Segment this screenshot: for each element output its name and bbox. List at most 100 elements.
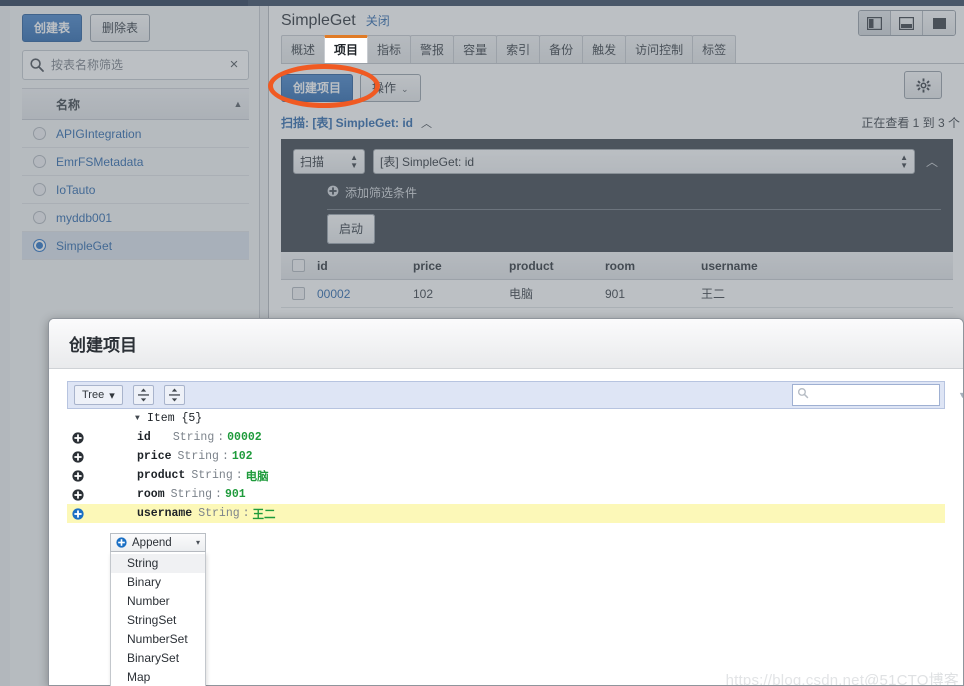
table-row[interactable]: EmrFSMetadata: [22, 148, 249, 176]
scan-summary-label[interactable]: 扫描: [表] SimpleGet: id: [281, 114, 413, 131]
header-name-label[interactable]: 名称: [56, 96, 227, 113]
append-option-numberset[interactable]: NumberSet: [111, 630, 205, 649]
row-radio-cell[interactable]: [22, 239, 56, 252]
tab-overview[interactable]: 概述: [281, 35, 326, 63]
table-row[interactable]: myddb001: [22, 204, 249, 232]
clear-filter-icon[interactable]: ×: [226, 57, 242, 73]
create-table-button[interactable]: 创建表: [22, 14, 83, 42]
sort-ascending-icon[interactable]: ▲: [227, 99, 249, 109]
row-radio-cell[interactable]: [22, 127, 56, 140]
tree-row-highlighted[interactable]: username String : 王二: [67, 504, 945, 523]
chevron-up-icon[interactable]: ︿: [421, 115, 432, 131]
json-search-input[interactable]: [812, 388, 958, 402]
row-radio-cell[interactable]: [22, 211, 56, 224]
scan-collapse-icon[interactable]: ︿: [923, 153, 941, 170]
tree-row[interactable]: room String : 901: [67, 485, 945, 504]
scan-target-select[interactable]: [表] SimpleGet: id ▲ ▼: [373, 149, 915, 174]
gear-icon[interactable]: [904, 71, 942, 99]
search-nav-arrows-icon[interactable]: ▼◢: [958, 390, 963, 401]
checkbox-icon[interactable]: [291, 287, 305, 300]
add-filter-link[interactable]: 添加筛选条件: [327, 184, 941, 201]
view-mode-select[interactable]: Tree ▾: [74, 385, 123, 405]
split-left-layout-icon[interactable]: [859, 11, 891, 35]
start-scan-button[interactable]: 启动: [327, 214, 376, 244]
row-radio-cell[interactable]: [22, 155, 56, 168]
tab-backups[interactable]: 备份: [539, 35, 584, 63]
column-header-username[interactable]: username: [699, 259, 795, 273]
tab-alarms[interactable]: 警报: [410, 35, 455, 63]
scan-operation-select[interactable]: 扫描 ▲ ▼: [293, 149, 365, 174]
table-filter-input[interactable]: [49, 57, 226, 73]
tree-key[interactable]: product: [137, 469, 185, 482]
add-field-icon[interactable]: [67, 431, 89, 444]
append-option-map[interactable]: Map: [111, 668, 205, 686]
radio-icon[interactable]: [32, 211, 46, 224]
tree-row[interactable]: product String : 电脑: [67, 466, 945, 485]
add-field-icon[interactable]: [67, 450, 89, 463]
tab-access-control[interactable]: 访问控制: [625, 35, 694, 63]
table-name-label[interactable]: IoTauto: [56, 183, 249, 197]
append-option-binaryset[interactable]: BinarySet: [111, 649, 205, 668]
tree-key[interactable]: id: [137, 431, 151, 444]
column-header-id[interactable]: id: [315, 259, 411, 273]
tab-indexes[interactable]: 索引: [496, 35, 541, 63]
tree-key[interactable]: username: [137, 507, 192, 520]
expand-all-icon[interactable]: [132, 385, 154, 405]
checkbox-icon[interactable]: [291, 259, 305, 272]
cell-id[interactable]: 00002: [315, 287, 411, 301]
column-header-room[interactable]: room: [603, 259, 699, 273]
tree-key[interactable]: price: [137, 450, 172, 463]
tree-type[interactable]: String: [178, 450, 219, 463]
items-grid-row[interactable]: 00002 102 电脑 901 王二: [281, 280, 953, 308]
table-filter-row[interactable]: ×: [22, 50, 249, 80]
tree-type[interactable]: String: [198, 507, 239, 520]
tab-metrics[interactable]: 指标: [367, 35, 412, 63]
table-name-label[interactable]: APIGIntegration: [56, 127, 249, 141]
add-field-icon-active[interactable]: [67, 507, 89, 520]
tree-row[interactable]: price String : 102: [67, 447, 945, 466]
table-row[interactable]: APIGIntegration: [22, 120, 249, 148]
radio-icon[interactable]: [32, 183, 46, 196]
row-checkbox-cell[interactable]: [281, 287, 315, 300]
create-item-button[interactable]: 创建项目: [281, 74, 354, 102]
add-field-icon[interactable]: [67, 469, 89, 482]
table-name-label[interactable]: SimpleGet: [56, 239, 249, 253]
tree-value[interactable]: 电脑: [246, 468, 269, 484]
tree-row[interactable]: id String : 00002: [67, 428, 945, 447]
table-name-label[interactable]: myddb001: [56, 211, 249, 225]
tab-capacity[interactable]: 容量: [453, 35, 498, 63]
tree-value[interactable]: 102: [232, 450, 253, 463]
radio-icon[interactable]: [32, 127, 46, 140]
json-search-box[interactable]: ▼◢: [792, 384, 963, 406]
tree-type[interactable]: String: [191, 469, 232, 482]
append-option-stringset[interactable]: StringSet: [111, 611, 205, 630]
tree-value[interactable]: 901: [225, 488, 246, 501]
actions-dropdown-button[interactable]: 操作 ⌄: [360, 74, 421, 102]
radio-icon[interactable]: [32, 155, 46, 168]
delete-table-button[interactable]: 删除表: [90, 14, 151, 42]
tree-type[interactable]: String: [171, 488, 212, 501]
twisty-down-icon[interactable]: ▼: [135, 414, 147, 423]
column-header-price[interactable]: price: [411, 259, 507, 273]
tree-value[interactable]: 00002: [227, 431, 262, 444]
close-detail-link[interactable]: 关闭: [366, 12, 390, 29]
collapse-all-icon[interactable]: [163, 385, 185, 405]
tab-tags[interactable]: 标签: [692, 35, 737, 63]
select-all-cell[interactable]: [281, 259, 315, 272]
full-layout-icon[interactable]: [923, 11, 955, 35]
tree-type[interactable]: String: [173, 431, 214, 444]
column-header-product[interactable]: product: [507, 259, 603, 273]
split-bottom-layout-icon[interactable]: [891, 11, 923, 35]
append-option-number[interactable]: Number: [111, 592, 205, 611]
table-row[interactable]: IoTauto: [22, 176, 249, 204]
table-name-label[interactable]: EmrFSMetadata: [56, 155, 249, 169]
append-option-string[interactable]: String: [111, 554, 205, 573]
tree-root-row[interactable]: ▼ Item {5}: [67, 409, 945, 428]
tree-key[interactable]: room: [137, 488, 165, 501]
tab-items[interactable]: 项目: [324, 35, 369, 63]
tab-triggers[interactable]: 触发: [582, 35, 627, 63]
tree-value[interactable]: 王二: [253, 506, 276, 522]
append-option-binary[interactable]: Binary: [111, 573, 205, 592]
table-row-selected[interactable]: SimpleGet: [22, 232, 249, 260]
row-radio-cell[interactable]: [22, 183, 56, 196]
